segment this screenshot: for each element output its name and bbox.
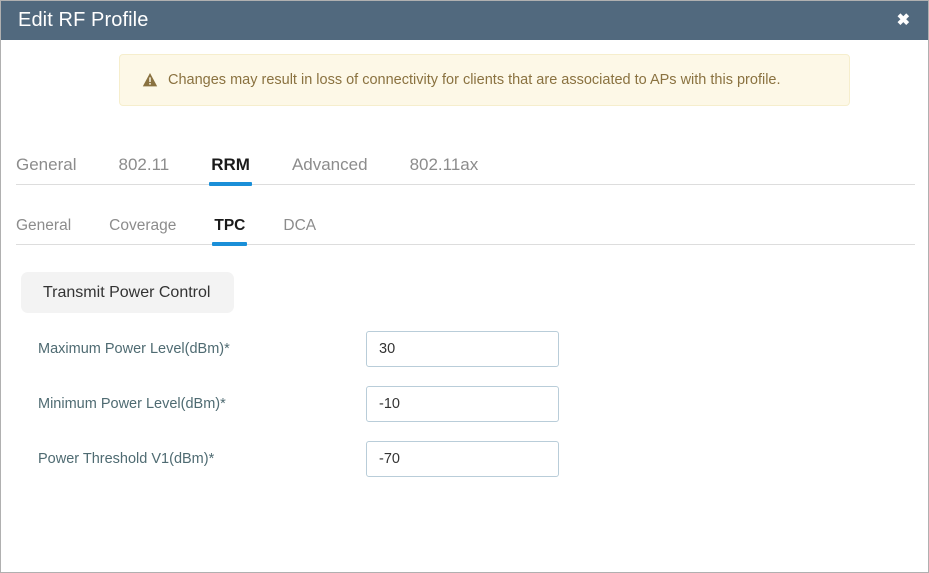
tab-802-11[interactable]: 802.11 — [118, 155, 169, 184]
input-minimum-power-level[interactable] — [366, 386, 559, 422]
subtab-general[interactable]: General — [16, 217, 71, 244]
subtab-dca[interactable]: DCA — [283, 217, 316, 244]
tab-advanced[interactable]: Advanced — [292, 155, 368, 184]
subtab-tpc[interactable]: TPC — [212, 217, 248, 246]
form-row-power-threshold-v1: Power Threshold V1(dBm)* — [1, 441, 928, 496]
close-icon[interactable]: ✖ — [891, 9, 916, 33]
warning-banner-text: Changes may result in loss of connectivi… — [168, 71, 781, 88]
subtab-coverage[interactable]: Coverage — [109, 217, 176, 244]
input-maximum-power-level[interactable] — [366, 331, 559, 367]
warning-triangle-icon — [142, 73, 158, 87]
edit-rf-profile-dialog: Edit RF Profile ✖ Changes may result in … — [0, 0, 929, 573]
tab-802-11ax[interactable]: 802.11ax — [410, 155, 479, 184]
label-power-threshold-v1: Power Threshold V1(dBm)* — [38, 451, 215, 467]
label-maximum-power-level: Maximum Power Level(dBm)* — [38, 341, 230, 357]
dialog-title: Edit RF Profile — [18, 9, 149, 31]
primary-tab-bar: General 802.11 RRM Advanced 802.11ax — [16, 149, 915, 186]
input-power-threshold-v1[interactable] — [366, 441, 559, 477]
form-row-minimum-power-level: Minimum Power Level(dBm)* — [1, 386, 928, 441]
secondary-tab-bar: General Coverage TPC DCA — [16, 212, 915, 246]
tab-general[interactable]: General — [16, 155, 76, 184]
section-header-transmit-power-control: Transmit Power Control — [21, 272, 235, 313]
warning-banner: Changes may result in loss of connectivi… — [119, 54, 850, 106]
dialog-titlebar: Edit RF Profile ✖ — [1, 1, 928, 40]
label-minimum-power-level: Minimum Power Level(dBm)* — [38, 396, 226, 412]
transmit-power-control-form: Maximum Power Level(dBm)* Minimum Power … — [1, 331, 928, 496]
form-row-maximum-power-level: Maximum Power Level(dBm)* — [1, 331, 928, 386]
tab-rrm[interactable]: RRM — [209, 155, 252, 186]
